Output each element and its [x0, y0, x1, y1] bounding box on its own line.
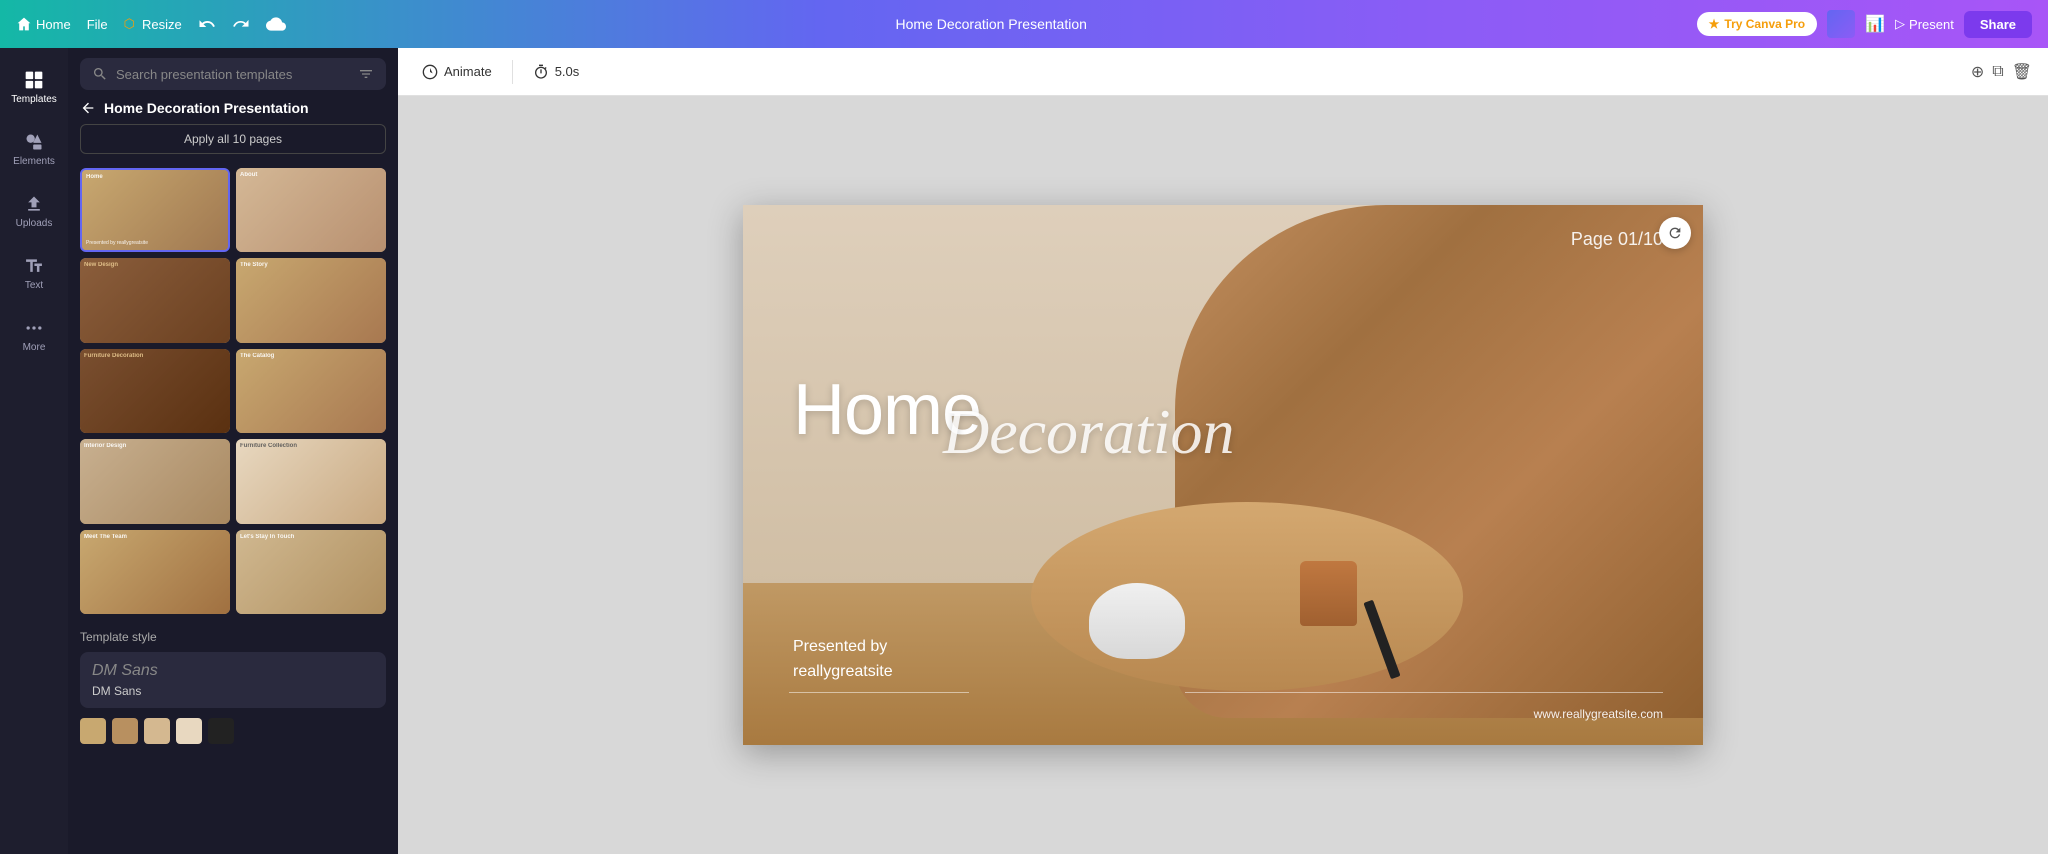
back-navigation[interactable]: Home Decoration Presentation — [80, 100, 386, 116]
sidebar-item-elements[interactable]: Elements — [0, 118, 68, 180]
template-thumb-6[interactable]: The Catalog — [236, 349, 386, 433]
topbar-left: Home File ⬡ Resize — [16, 14, 286, 34]
template-thumb-5[interactable]: Furniture Decoration — [80, 349, 230, 433]
template-thumb-7[interactable]: Interior Design — [80, 439, 230, 523]
sidebar-templates-label: Templates — [11, 94, 57, 105]
sidebar-item-templates[interactable]: Templates — [0, 56, 68, 118]
share-button[interactable]: Share — [1964, 11, 2032, 38]
color-swatch-3[interactable] — [144, 718, 170, 744]
slide-website: www.reallygreatsite.com — [1534, 707, 1663, 721]
table-decoration — [1031, 502, 1463, 691]
slide-divider-left — [789, 692, 969, 693]
template-thumb-9[interactable]: Meet The Team — [80, 530, 230, 614]
search-bar — [80, 58, 386, 90]
slide-presented-by: Presented by reallygreatsite — [793, 634, 893, 685]
template-thumb-4[interactable]: The Story — [236, 258, 386, 342]
search-icon — [92, 66, 108, 82]
font-name: DM Sans — [92, 684, 374, 698]
file-nav-button[interactable]: File — [87, 17, 108, 32]
template-name: Home Decoration Presentation — [104, 100, 309, 116]
sidebar: Templates Elements Uploads Text More — [0, 48, 68, 854]
teapot-decoration — [1089, 583, 1185, 659]
canvas-toolbar: Animate 5.0s ⊕ ⧉ 🗑 — [398, 48, 2048, 96]
canvas-area: Animate 5.0s ⊕ ⧉ 🗑 — [398, 48, 2048, 854]
topbar: Home File ⬡ Resize Home Decoration Prese… — [0, 0, 2048, 48]
try-pro-button[interactable]: ★ Try Canva Pro — [1697, 12, 1817, 36]
resize-nav-button[interactable]: ⬡ Resize — [124, 16, 182, 32]
sidebar-more-label: More — [23, 342, 46, 353]
sidebar-text-label: Text — [25, 280, 43, 291]
home-nav-button[interactable]: Home — [16, 16, 71, 32]
template-thumb-3[interactable]: New Design — [80, 258, 230, 342]
template-thumb-2[interactable]: About — [236, 168, 386, 252]
font-preview: DM Sans — [92, 662, 374, 680]
slide-page-number: Page 01/10 — [1571, 229, 1663, 250]
color-swatch-1[interactable] — [80, 718, 106, 744]
present-button[interactable]: ▷ Present — [1895, 16, 1954, 32]
toolbar-right: ⊕ ⧉ 🗑 — [1971, 62, 2032, 82]
search-input[interactable] — [116, 67, 350, 82]
filter-icon[interactable] — [358, 66, 374, 82]
template-thumb-1[interactable]: Home Presented by reallygreatsite — [80, 168, 230, 252]
topbar-right: ★ Try Canva Pro 📊 ▷ Present Share — [1697, 10, 2032, 38]
apply-all-button[interactable]: Apply all 10 pages — [80, 124, 386, 154]
undo-button[interactable] — [198, 15, 216, 33]
cloud-save-icon — [266, 14, 286, 34]
template-grid: Home Presented by reallygreatsite About … — [80, 168, 386, 614]
sidebar-item-text[interactable]: Text — [0, 242, 68, 304]
slide-refresh-button[interactable] — [1659, 217, 1691, 249]
sidebar-uploads-label: Uploads — [16, 218, 53, 229]
duration-button[interactable]: 5.0s — [525, 60, 588, 84]
topbar-center: Home Decoration Presentation — [298, 16, 1685, 32]
slide-title-deco: Decoration — [943, 395, 1235, 469]
main-canvas[interactable]: Page 01/10 Home Decoration Presented by … — [398, 96, 2048, 854]
slide-background: Page 01/10 Home Decoration Presented by … — [743, 205, 1703, 745]
analytics-icon[interactable]: 📊 — [1865, 14, 1885, 34]
delete-page-icon[interactable]: 🗑 — [2012, 62, 2032, 82]
add-page-icon[interactable]: ⊕ — [1971, 62, 1984, 82]
color-swatch-5[interactable] — [208, 718, 234, 744]
style-preview: DM Sans DM Sans — [80, 652, 386, 708]
slide-divider-right — [1185, 692, 1663, 693]
slide-container: Page 01/10 Home Decoration Presented by … — [743, 205, 1703, 745]
sidebar-elements-label: Elements — [13, 156, 55, 167]
templates-panel: Home Decoration Presentation Apply all 1… — [68, 48, 398, 854]
template-thumb-8[interactable]: Furniture Collection — [236, 439, 386, 523]
color-swatch-2[interactable] — [112, 718, 138, 744]
color-swatch-4[interactable] — [176, 718, 202, 744]
duplicate-page-icon[interactable]: ⧉ — [1992, 63, 2003, 81]
document-title: Home Decoration Presentation — [895, 16, 1086, 32]
sidebar-item-uploads[interactable]: Uploads — [0, 180, 68, 242]
sidebar-item-more[interactable]: More — [0, 304, 68, 366]
color-swatches — [80, 718, 386, 744]
template-style-label: Template style — [80, 630, 386, 644]
toolbar-divider — [512, 60, 513, 84]
user-avatar — [1827, 10, 1855, 38]
animate-button[interactable]: Animate — [414, 60, 500, 84]
mug-decoration — [1300, 561, 1358, 626]
redo-button[interactable] — [232, 15, 250, 33]
template-thumb-10[interactable]: Let's Stay In Touch — [236, 530, 386, 614]
